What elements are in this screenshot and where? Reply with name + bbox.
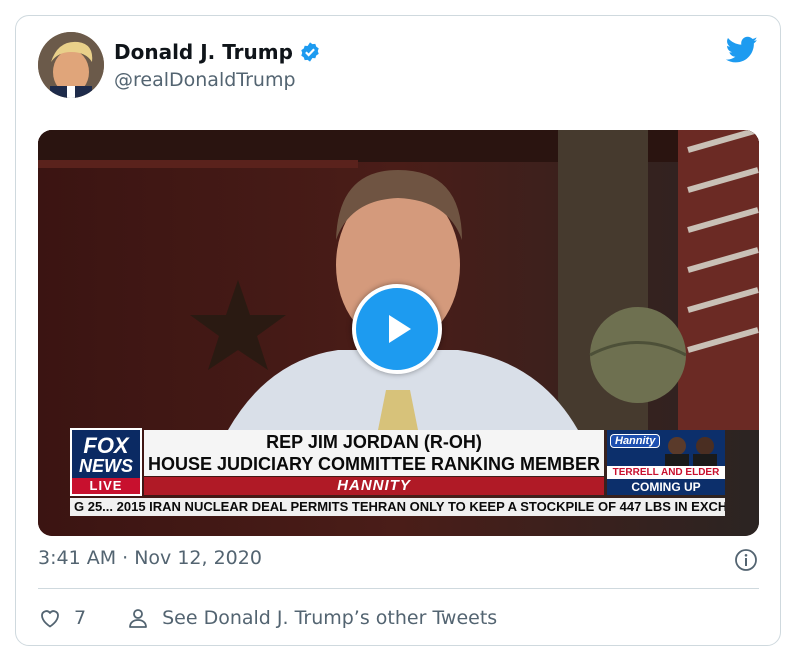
tweet-timestamp[interactable]: 3:41 AM · Nov 12, 2020 <box>38 547 262 569</box>
promo-brand: Hannity <box>610 434 661 448</box>
author-handle[interactable]: @realDonaldTrump <box>114 69 296 91</box>
like-count: 7 <box>74 607 87 629</box>
promo-line2: COMING UP <box>631 480 701 494</box>
headline-line2: HOUSE JUDICIARY COMMITTEE RANKING MEMBER <box>147 454 601 474</box>
see-other-tweets-label: See Donald J. Trump’s other Tweets <box>162 607 498 629</box>
heart-icon <box>41 610 59 628</box>
avatar[interactable] <box>38 32 104 98</box>
avatar-image <box>38 32 104 98</box>
twitter-bird-icon[interactable] <box>726 36 758 64</box>
like-button[interactable]: 7 <box>38 606 86 630</box>
person-icon <box>129 609 147 628</box>
info-icon[interactable] <box>734 548 758 572</box>
logo-live-text: LIVE <box>72 478 140 494</box>
logo-fox-text: FOX <box>83 433 129 458</box>
promo-line1: TERRELL AND ELDER <box>607 466 725 479</box>
play-icon <box>389 315 411 343</box>
logo-news-text: NEWS <box>79 456 133 476</box>
video-player[interactable]: FOX NEWS LIVE REP JIM JORDAN (R-OH) HOUS… <box>38 130 759 536</box>
news-ticker: G 25... 2015 IRAN NUCLEAR DEAL PERMITS T… <box>70 498 725 516</box>
headline-box: REP JIM JORDAN (R-OH) HOUSE JUDICIARY CO… <box>144 430 604 476</box>
author-name[interactable]: Donald J. Trump <box>114 40 293 64</box>
play-button[interactable] <box>352 284 442 374</box>
verified-badge-icon <box>301 42 319 62</box>
headline-line1: REP JIM JORDAN (R-OH) <box>266 432 482 452</box>
tweet-card: Donald J. Trump @realDonaldTrump FOX NEW… <box>15 15 781 646</box>
show-name-bar: HANNITY <box>144 477 604 495</box>
divider <box>38 588 759 589</box>
author-name-row[interactable]: Donald J. Trump <box>114 40 321 64</box>
promo-box: Hannity TERRELL AND ELDER COMING UP <box>607 430 725 495</box>
news-lower-third: FOX NEWS LIVE REP JIM JORDAN (R-OH) HOUS… <box>38 428 759 536</box>
see-other-tweets-link[interactable]: See Donald J. Trump’s other Tweets <box>126 606 497 630</box>
fox-news-logo: FOX NEWS LIVE <box>70 428 142 496</box>
tweet-actions: 7 See Donald J. Trump’s other Tweets <box>38 604 497 632</box>
